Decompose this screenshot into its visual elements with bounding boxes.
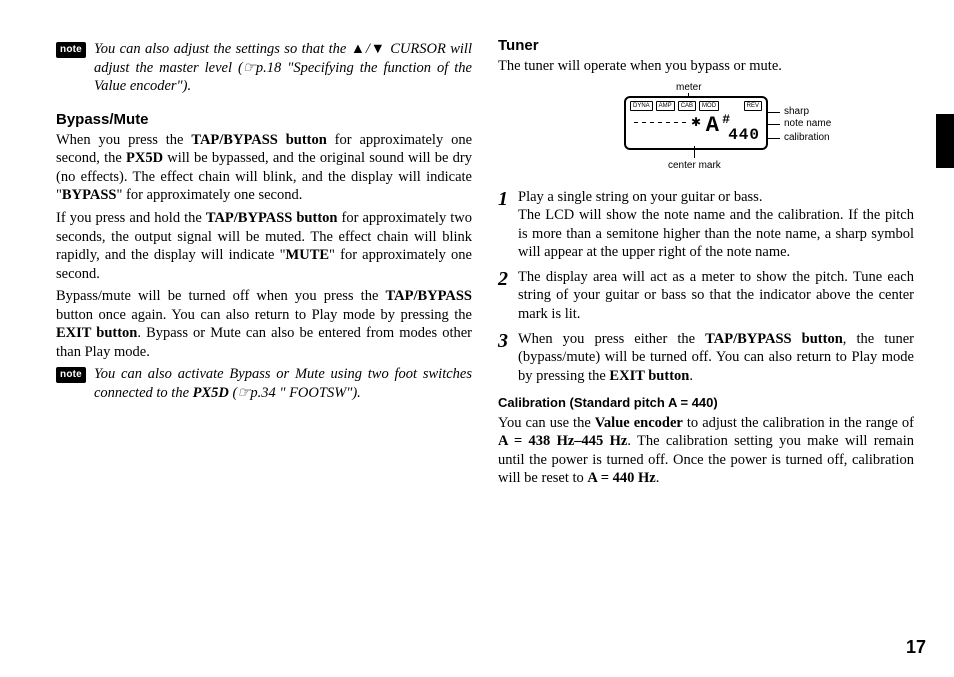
note-badge-icon: note <box>56 367 86 383</box>
heading-bypass-mute: Bypass/Mute <box>56 110 472 129</box>
tuner-note-readout: A <box>706 112 718 140</box>
lcd-screen: DYNA AMP CAB MOD REV <box>624 96 768 150</box>
text: p.34 " FOOTSW"). <box>250 385 360 401</box>
text: " for approximately one second. <box>116 187 302 203</box>
step-number: 2 <box>498 269 518 289</box>
page-ref-icon <box>243 60 256 76</box>
text: . <box>689 368 693 384</box>
lcd-mode-tabs: DYNA AMP CAB MOD <box>630 101 719 111</box>
leader-line <box>766 112 780 113</box>
label-calibration: calibration <box>784 132 830 145</box>
step-body: The display area will act as a meter to … <box>518 268 914 324</box>
lcd-tab-rev: REV <box>744 101 762 111</box>
term: A = 440 Hz <box>587 470 655 486</box>
text: Bypass/mute will be turned off when you … <box>56 288 386 304</box>
tuning-steps: 1 Play a single string on your guitar or… <box>498 188 914 385</box>
term: A = 438 Hz–445 Hz <box>498 433 627 449</box>
term: EXIT button <box>609 368 689 384</box>
note-block: note You can also activate Bypass or Mut… <box>56 365 472 402</box>
left-column: note You can also adjust the settings so… <box>56 36 472 492</box>
heading-calibration: Calibration (Standard pitch A = 440) <box>498 395 914 412</box>
triangle-up-icon <box>351 41 366 57</box>
step: 1 Play a single string on your guitar or… <box>498 188 914 262</box>
text: . <box>656 470 660 486</box>
term: TAP/BYPASS <box>386 288 472 304</box>
term: TAP/BYPASS button <box>206 210 338 226</box>
heading-tuner: Tuner <box>498 36 914 55</box>
leader-line <box>694 146 695 158</box>
text: When you press either the <box>518 331 705 347</box>
text: You can also adjust the settings so that… <box>94 41 351 57</box>
note-text: You can also adjust the settings so that… <box>94 40 472 96</box>
text: When you press the <box>56 132 191 148</box>
label-note-name: note name <box>784 118 831 131</box>
two-column-layout: note You can also adjust the settings so… <box>56 36 914 492</box>
step-number: 1 <box>498 189 518 209</box>
leader-line <box>766 124 780 125</box>
label-center-mark: center mark <box>668 160 721 173</box>
term: Value encoder <box>595 415 683 431</box>
tuner-figure: meter DYNA AMP CAB MOD REV <box>576 82 836 176</box>
text: to adjust the calibration in the range o… <box>683 415 914 431</box>
lcd-tab: AMP <box>656 101 675 111</box>
paragraph: If you press and hold the TAP/BYPASS but… <box>56 209 472 283</box>
step-body: When you press either the TAP/BYPASS but… <box>518 330 914 386</box>
page-number: 17 <box>906 636 926 659</box>
note-badge-icon: note <box>56 42 86 58</box>
tuner-intro: The tuner will operate when you bypass o… <box>498 57 914 76</box>
step-number: 3 <box>498 331 518 351</box>
note-block: note You can also adjust the settings so… <box>56 40 472 96</box>
note-text: You can also activate Bypass or Mute usi… <box>94 365 472 402</box>
step: 3 When you press either the TAP/BYPASS b… <box>498 330 914 386</box>
text: If you press and hold the <box>56 210 206 226</box>
text: The LCD will show the note name and the … <box>518 207 914 260</box>
paragraph: Bypass/mute will be turned off when you … <box>56 287 472 361</box>
term: BYPASS <box>62 187 117 203</box>
term: PX5D <box>126 150 163 166</box>
step-body: Play a single string on your guitar or b… <box>518 188 914 262</box>
page-ref-icon <box>237 385 250 401</box>
tuner-calibration-readout: 440 <box>728 125 760 145</box>
triangle-down-icon <box>370 41 386 57</box>
text: You can use the <box>498 415 595 431</box>
leader-line <box>766 138 780 139</box>
term: MUTE <box>286 247 330 263</box>
term: TAP/BYPASS button <box>705 331 843 347</box>
manual-page: note You can also adjust the settings so… <box>0 0 954 677</box>
step: 2 The display area will act as a meter t… <box>498 268 914 324</box>
term: PX5D <box>193 385 229 401</box>
section-thumb-tab <box>936 114 954 168</box>
term: TAP/BYPASS button <box>191 132 326 148</box>
lcd-tab: DYNA <box>630 101 653 111</box>
lcd-tab: CAB <box>678 101 696 111</box>
text: button once again. You can also return t… <box>56 307 472 323</box>
lcd-tab: MOD <box>699 101 719 111</box>
paragraph: When you press the TAP/BYPASS button for… <box>56 131 472 205</box>
term: EXIT button <box>56 325 137 341</box>
right-column: Tuner The tuner will operate when you by… <box>498 36 914 492</box>
paragraph: You can use the Value encoder to adjust … <box>498 414 914 488</box>
label-sharp: sharp <box>784 106 809 119</box>
center-mark-icon: ✱ <box>691 116 701 128</box>
text: Play a single string on your guitar or b… <box>518 189 762 205</box>
